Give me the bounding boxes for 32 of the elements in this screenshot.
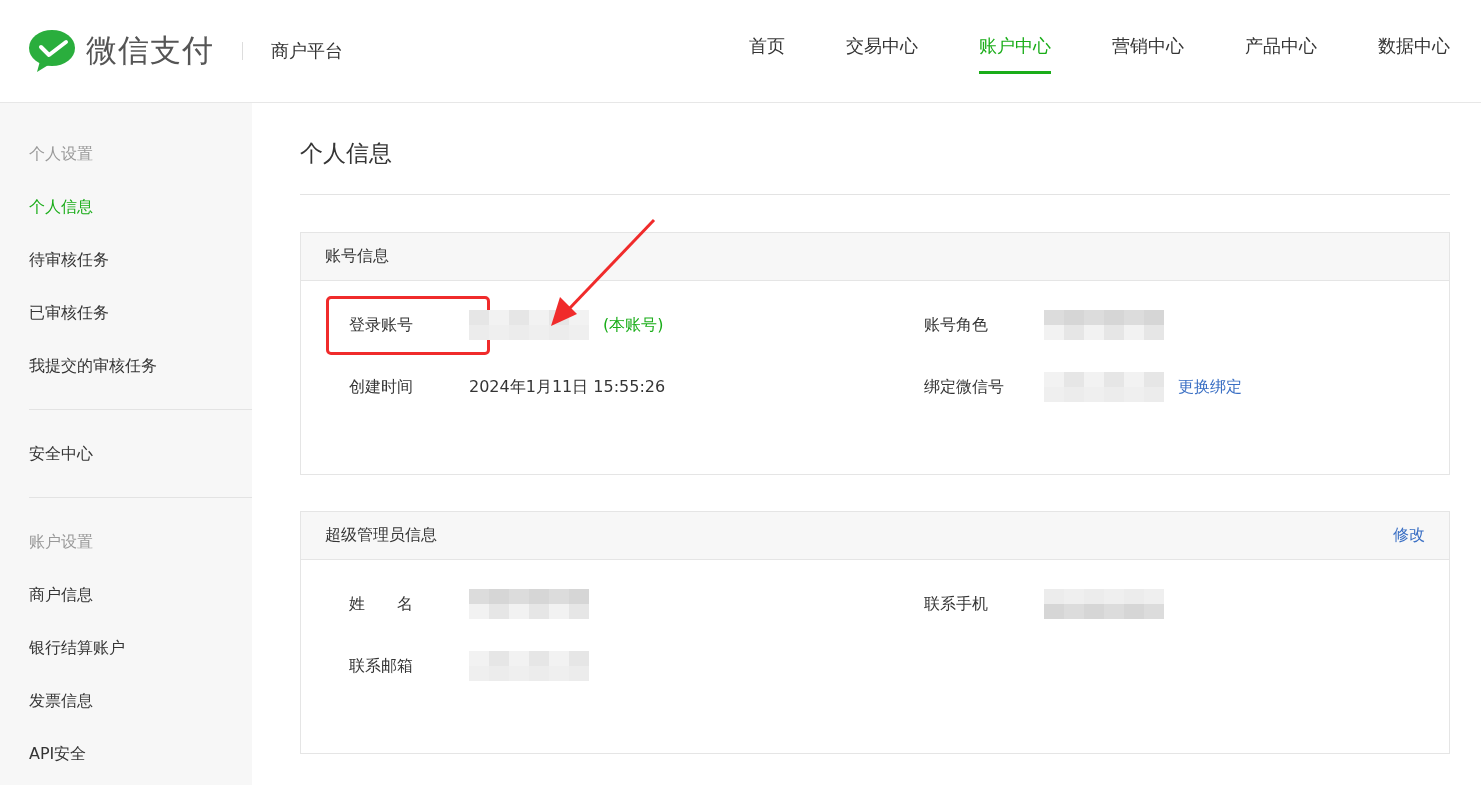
field-label: 创建时间 [349,376,414,398]
platform-title: 商户平台 [271,39,343,63]
field-label: 账号角色 [924,314,989,336]
edit-link[interactable]: 修改 [1393,525,1425,546]
sidebar-item[interactable]: API安全 [29,727,252,780]
field-label: 联系邮箱 [349,655,414,677]
panel-title: 账号信息 [325,246,389,267]
page-title: 个人信息 [300,139,393,168]
sidebar-item[interactable]: 安全中心 [29,427,252,480]
nav-tab[interactable]: 营销中心 [1112,0,1184,74]
sidebar-heading: 账户设置 [29,531,94,553]
field-label: 登录账号 [349,314,413,336]
field-label: 联系手机 [924,593,989,615]
sidebar-item[interactable]: 商户信息 [29,568,252,621]
brand-name: 微信支付 [86,31,214,70]
rebind-link[interactable]: 更换绑定 [1178,376,1242,398]
sidebar-heading: 个人设置 [29,143,94,165]
account-tag: (本账号) [603,314,664,336]
sidebar-item[interactable]: 已审核任务 [29,286,252,339]
field-label: 姓 名 [349,593,414,615]
sidebar-item[interactable]: 我提交的审核任务 [29,339,252,392]
nav-tab[interactable]: 交易中心 [846,0,918,74]
field-value: 2024年1月11日 15:55:26 [469,376,666,398]
sidebar-item[interactable]: 银行结算账户 [29,621,252,674]
nav-tab[interactable]: 首页 [749,0,785,74]
panel-title: 超级管理员信息 [325,525,437,546]
field-label: 绑定微信号 [924,376,1005,398]
sidebar-item[interactable]: 待审核任务 [29,233,252,286]
nav-tab[interactable]: 产品中心 [1245,0,1317,74]
nav-tab[interactable]: 数据中心 [1378,0,1450,74]
chat-bubble-check-icon [28,29,76,73]
sidebar-item[interactable]: 发票信息 [29,674,252,727]
